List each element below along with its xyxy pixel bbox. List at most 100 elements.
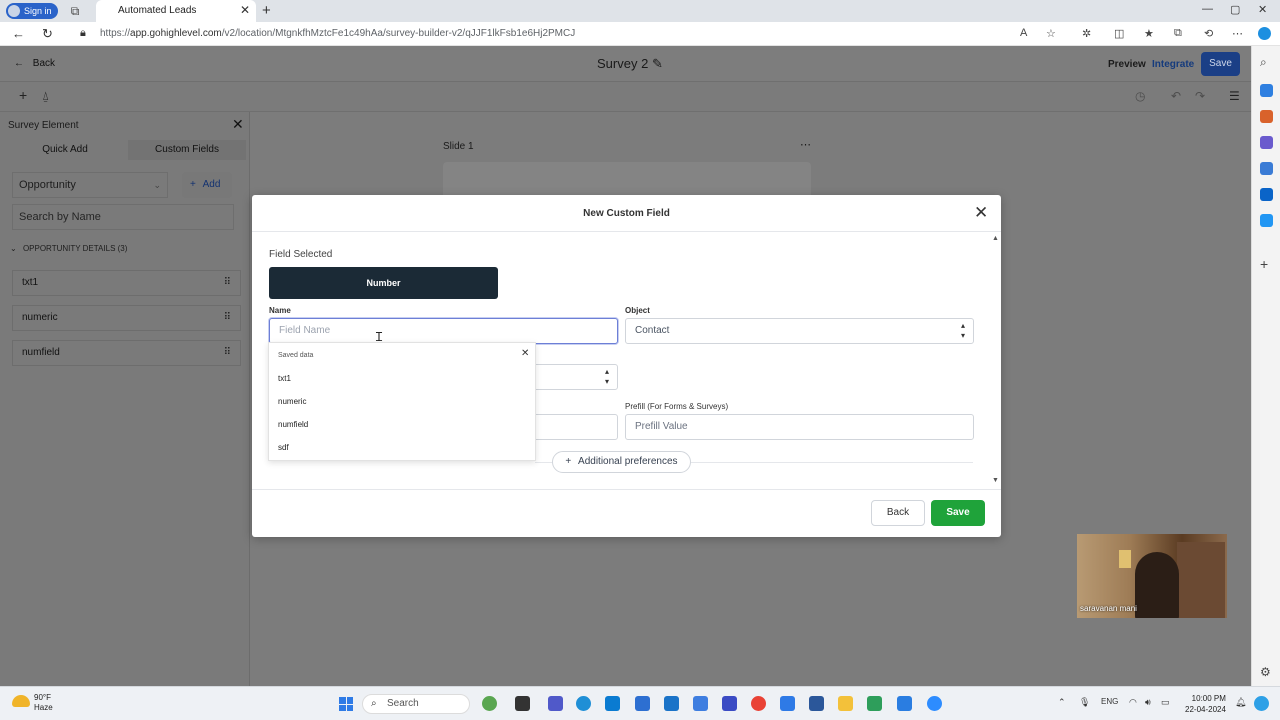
add-element-icon[interactable]: + — [19, 87, 27, 103]
new-tab-icon[interactable]: + — [262, 2, 271, 19]
integrate-button[interactable]: Integrate — [1152, 59, 1194, 70]
send-icon[interactable] — [1260, 214, 1273, 227]
games-icon[interactable] — [1260, 136, 1273, 149]
list-item[interactable]: numfield ⠿ — [12, 340, 241, 366]
copilot-shield-icon[interactable] — [1260, 162, 1273, 175]
teams-icon[interactable] — [548, 696, 563, 711]
add-field-button[interactable]: + Add — [182, 172, 232, 198]
drag-handle-icon[interactable]: ⠿ — [224, 306, 231, 330]
weather-icon[interactable] — [12, 695, 30, 707]
tab-custom-fields[interactable]: Custom Fields — [128, 140, 246, 160]
sidebar-search-icon[interactable]: ⌕ — [1260, 56, 1273, 69]
sidebar-settings-icon[interactable]: ⚙ — [1260, 666, 1273, 679]
modal-save-button[interactable]: Save — [931, 500, 985, 526]
weather-widget[interactable]: 90°F Haze — [34, 693, 53, 713]
system-clock[interactable]: 10:00 PM 22-04-2024 — [1185, 693, 1226, 715]
widgets-icon[interactable] — [482, 696, 497, 711]
notifications-icon[interactable]: 🔔︎ — [1235, 697, 1246, 708]
field-type-chip[interactable]: Number — [269, 267, 498, 299]
copilot-icon[interactable] — [1258, 27, 1271, 40]
list-item[interactable]: numeric ⠿ — [12, 305, 241, 331]
favorite-star-icon[interactable]: ☆ — [1046, 27, 1056, 40]
app-icon[interactable] — [867, 696, 882, 711]
back-link[interactable]: ← Back — [14, 58, 55, 69]
list-item[interactable]: txt1 ⠿ — [12, 270, 241, 296]
taskbar-search[interactable]: ⌕ Search — [362, 694, 470, 714]
suggestion-item[interactable]: sdf — [278, 443, 289, 452]
history-clock-icon[interactable]: ◷ — [1135, 89, 1145, 103]
edit-pencil-icon[interactable]: ✎ — [652, 56, 663, 71]
chrome-icon[interactable] — [751, 696, 766, 711]
header-save-button[interactable]: Save — [1201, 52, 1240, 76]
workspaces-icon[interactable]: ⧉ — [68, 4, 82, 18]
microphone-icon[interactable]: 🎙︎ — [1079, 697, 1090, 708]
scroll-down-icon[interactable]: ▼ — [992, 477, 999, 484]
sign-in-button[interactable]: Sign in — [6, 3, 58, 19]
edge-icon[interactable] — [576, 696, 591, 711]
mail-icon[interactable] — [664, 696, 679, 711]
volume-icon[interactable]: 🔊︎ — [1145, 697, 1151, 708]
history-icon[interactable]: ⟲ — [1204, 27, 1213, 40]
minimize-window-icon[interactable]: — — [1202, 3, 1213, 15]
app-icon[interactable] — [605, 696, 620, 711]
close-window-icon[interactable]: ✕ — [1258, 3, 1267, 16]
tab-quick-add[interactable]: Quick Add — [6, 140, 124, 160]
todo-icon[interactable] — [780, 696, 795, 711]
outlook-icon[interactable] — [1260, 188, 1273, 201]
survey-title[interactable]: Survey 2 ✎ — [597, 56, 663, 72]
section-toggle[interactable]: ⌄ OPPORTUNITY DETAILS (3) — [10, 244, 127, 253]
shopping-tag-icon[interactable] — [1260, 84, 1273, 97]
drag-handle-icon[interactable]: ⠿ — [224, 271, 231, 295]
close-tab-icon[interactable]: ✕ — [240, 3, 250, 17]
maximize-window-icon[interactable]: ▢ — [1230, 3, 1240, 16]
add-sidebar-app-icon[interactable]: + — [1260, 257, 1273, 271]
drag-handle-icon[interactable]: ⠿ — [224, 341, 231, 365]
app-icon[interactable] — [693, 696, 708, 711]
settings-sliders-icon[interactable]: ☰ — [1229, 89, 1240, 103]
windows-start-icon[interactable] — [339, 697, 353, 711]
bell-icon[interactable]: ⍙ — [42, 89, 49, 104]
suggestion-item[interactable]: numeric — [278, 397, 306, 406]
language-indicator[interactable]: ENG — [1101, 697, 1118, 706]
favorites-icon[interactable]: ★ — [1144, 27, 1154, 40]
task-view-icon[interactable] — [515, 696, 530, 711]
tools-icon[interactable] — [1260, 110, 1273, 123]
url-field[interactable]: https://app.gohighlevel.com/v2/location/… — [100, 28, 575, 39]
browser-back-icon[interactable]: ← — [12, 26, 25, 41]
read-aloud-icon[interactable]: A — [1020, 27, 1027, 39]
field-name-input[interactable]: Field Name — [269, 318, 618, 344]
modal-back-button[interactable]: Back — [871, 500, 925, 526]
show-hidden-icons-icon[interactable]: ⌃ — [1058, 697, 1066, 708]
file-explorer-icon[interactable] — [838, 696, 853, 711]
additional-preferences-button[interactable]: + Additional preferences — [552, 451, 691, 473]
scroll-up-icon[interactable]: ▲ — [992, 235, 999, 242]
extensions-icon[interactable]: ✲ — [1082, 27, 1091, 40]
wifi-icon[interactable]: ◠ — [1129, 697, 1137, 708]
app-icon[interactable] — [897, 696, 912, 711]
app-icon[interactable] — [722, 696, 737, 711]
close-panel-icon[interactable]: ✕ — [232, 116, 244, 133]
zoom-icon[interactable] — [927, 696, 942, 711]
preview-button[interactable]: Preview — [1108, 59, 1146, 70]
prefill-value-input[interactable]: Prefill Value — [625, 414, 974, 440]
field-search-input[interactable]: Search by Name — [12, 204, 234, 230]
undo-icon[interactable]: ↶ — [1171, 89, 1181, 103]
reload-icon[interactable]: ↻ — [42, 26, 53, 42]
more-menu-icon[interactable]: ⋯ — [1232, 27, 1243, 40]
object-select[interactable]: Contact ▴ ▾ — [625, 318, 974, 344]
slide-more-icon[interactable]: ⋯ — [800, 138, 811, 151]
close-modal-icon[interactable]: ✕ — [974, 204, 988, 221]
suggestion-item[interactable]: numfield — [278, 420, 308, 429]
split-screen-icon[interactable]: ◫ — [1114, 27, 1124, 40]
redo-icon[interactable]: ↷ — [1195, 89, 1205, 103]
close-dropdown-icon[interactable]: ✕ — [521, 348, 529, 359]
suggestion-item[interactable]: txt1 — [278, 374, 291, 383]
word-icon[interactable] — [809, 696, 824, 711]
battery-icon[interactable]: ▭ — [1161, 697, 1170, 708]
copilot-taskbar-icon[interactable] — [1254, 696, 1269, 711]
collections-icon[interactable]: ⧉ — [1174, 27, 1182, 40]
store-icon[interactable] — [635, 696, 650, 711]
browser-tab-active[interactable]: Automated Leads ✕ — [96, 0, 256, 22]
object-select[interactable]: Opportunity ⌄ — [12, 172, 168, 198]
lock-icon[interactable]: 🔒︎ — [80, 27, 86, 40]
